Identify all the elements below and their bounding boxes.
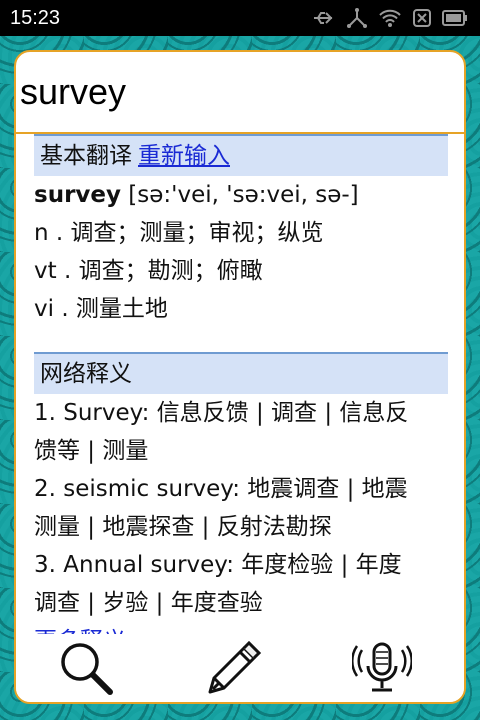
search-icon[interactable] bbox=[56, 638, 116, 698]
definition-verb-transitive: vt . 调查；勘测；俯瞰 bbox=[34, 258, 263, 284]
search-input[interactable] bbox=[18, 70, 464, 114]
no-sim-icon bbox=[412, 8, 432, 28]
web-definition-line: 调查 | 岁验 | 年度查验 bbox=[34, 590, 263, 616]
web-definition-line: 3. Annual survey: 年度检验 | 年度 bbox=[34, 552, 402, 578]
usb-icon bbox=[312, 8, 336, 28]
reenter-link[interactable]: 重新输入 bbox=[138, 143, 230, 169]
web-definition-line: 测量 | 地震探查 | 反射法勘探 bbox=[34, 514, 332, 540]
share-icon bbox=[346, 7, 368, 29]
more-definitions-link[interactable]: 更多释义 bbox=[34, 622, 448, 634]
definition-verb-intransitive: vi . 测量土地 bbox=[34, 296, 168, 322]
web-definition-line: 馈等 | 测量 bbox=[34, 438, 149, 464]
web-definition-line: 2. seismic survey: 地震调查 | 地震 bbox=[34, 476, 408, 502]
headword-line: survey [sə:'vei, 'sə:vei, sə-] bbox=[34, 176, 448, 214]
status-time: 15:23 bbox=[10, 6, 61, 29]
status-bar: 15:23 bbox=[0, 0, 480, 36]
microphone-icon[interactable] bbox=[352, 638, 412, 698]
definition-noun: n . 调查；测量；审视；纵览 bbox=[34, 220, 324, 246]
bottom-toolbar bbox=[16, 634, 464, 702]
basic-translation-header: 基本翻译 重新输入 bbox=[34, 134, 448, 176]
dictionary-card: 基本翻译重新输入 survey [sə:'vei, 'sə:vei, sə-] … bbox=[14, 50, 466, 704]
basic-translation-title: 基本翻译 bbox=[40, 143, 132, 169]
phonetic: [sə:'vei, 'sə:vei, sə-] bbox=[121, 182, 359, 208]
battery-icon bbox=[442, 9, 468, 27]
headword: survey bbox=[34, 182, 121, 208]
web-definition-line: 1. Survey: 信息反馈 | 调查 | 信息反 bbox=[34, 400, 409, 426]
pencil-icon[interactable] bbox=[204, 638, 264, 698]
result-content[interactable]: 基本翻译 重新输入 survey [sə:'vei, 'sə:vei, sə-] … bbox=[16, 134, 464, 634]
search-bar bbox=[16, 52, 464, 134]
status-icons bbox=[312, 7, 468, 29]
web-definition-title: 网络释义 bbox=[40, 361, 132, 387]
wifi-icon bbox=[378, 8, 402, 28]
web-definition-header: 网络释义 bbox=[34, 352, 448, 394]
